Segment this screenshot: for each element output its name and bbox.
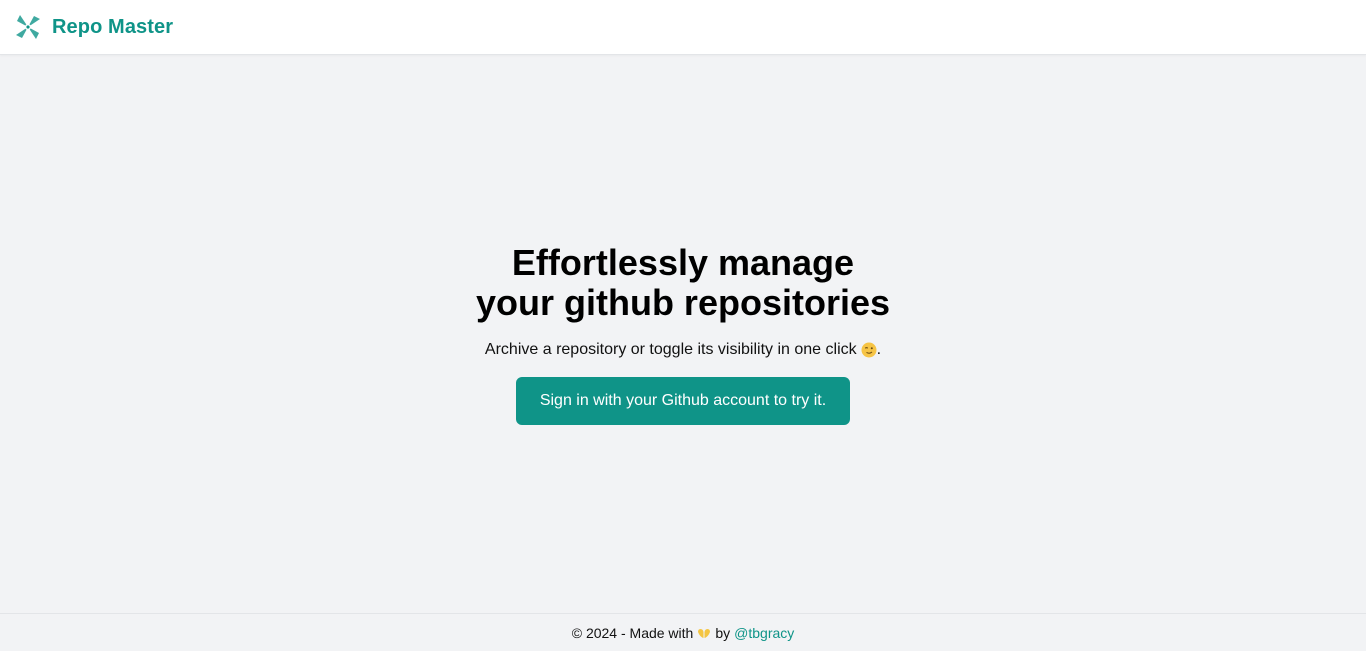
winking-face-icon	[861, 342, 877, 358]
yellow-heart-hands-icon	[697, 627, 711, 639]
shuriken-icon	[14, 13, 42, 41]
author-link[interactable]: @tbgracy	[734, 625, 794, 641]
hero-subtitle-end: .	[876, 340, 882, 358]
github-signin-button[interactable]: Sign in with your Github account to try …	[515, 376, 851, 425]
brand-link[interactable]: Repo Master	[14, 13, 173, 41]
top-navbar: Repo Master	[0, 0, 1366, 55]
footer-copyright: © 2024 - Made with	[571, 624, 694, 641]
footer-by: by	[715, 624, 731, 641]
hero-title: Effortlessly manage your github reposito…	[475, 241, 891, 323]
hero-section: Effortlessly manage your github reposito…	[0, 55, 1366, 612]
hero-title-line-2: your github repositories	[475, 281, 891, 323]
hero-subtitle-text: Archive a repository or toggle its visib…	[484, 340, 857, 358]
app-title: Repo Master	[52, 15, 174, 38]
hero-title-line-1: Effortlessly manage	[511, 241, 855, 283]
page-footer: © 2024 - Made with by @tbgracy	[0, 613, 1366, 651]
hero-subtitle: Archive a repository or toggle its visib…	[485, 341, 881, 359]
